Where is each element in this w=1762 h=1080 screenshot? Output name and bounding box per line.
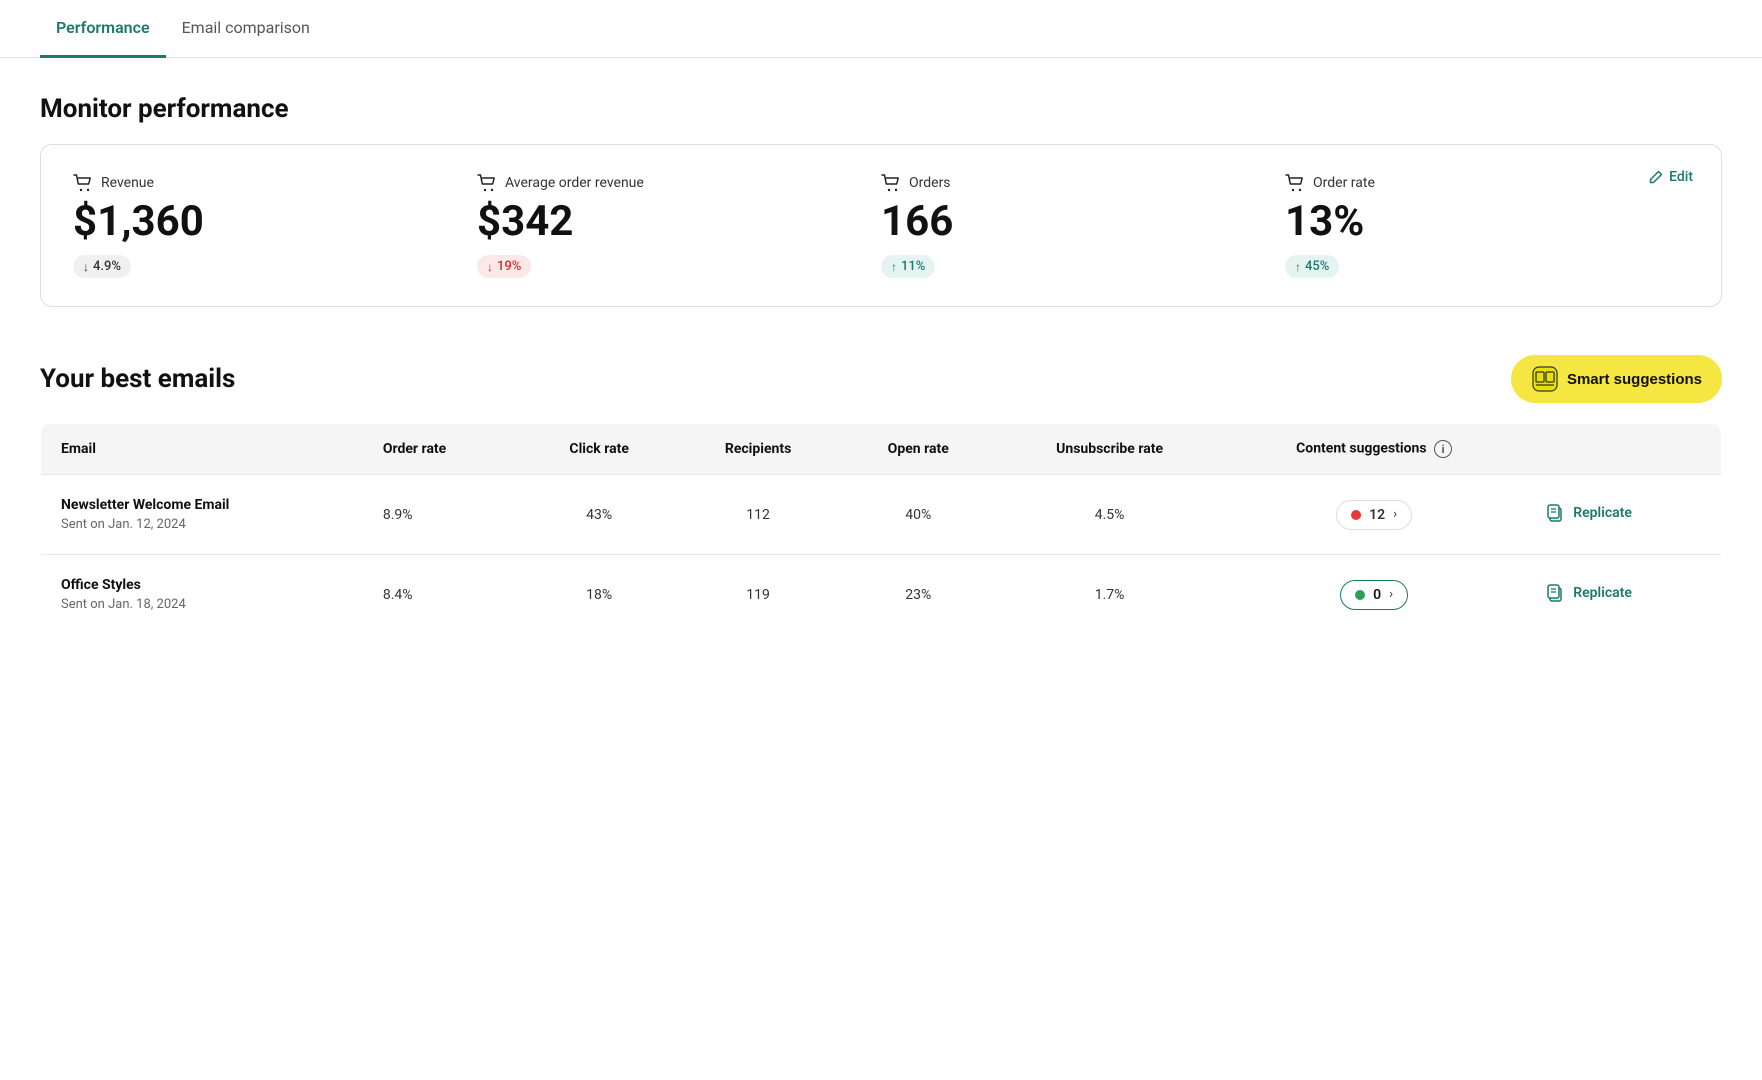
suggestions-badge-1[interactable]: 12 › — [1336, 500, 1412, 530]
order-rate-label-text: Order rate — [1313, 175, 1375, 191]
avg-order-badge-text: 19% — [497, 259, 521, 274]
avg-order-label-text: Average order revenue — [505, 175, 644, 191]
suggestions-cell-2: 0 › — [1223, 555, 1525, 635]
metric-revenue: Revenue $1,360 ↓ 4.9% — [73, 173, 477, 278]
action-cell-2: Replicate — [1525, 555, 1721, 635]
metric-order-rate: Order rate 13% ↑ 45% — [1285, 173, 1689, 278]
orders-label-text: Orders — [909, 175, 951, 191]
best-emails-title: Your best emails — [40, 364, 235, 394]
click-rate-cell-2: 18% — [522, 555, 676, 635]
order-rate-label: Order rate — [1285, 173, 1669, 193]
cart-icon-order-rate — [1285, 173, 1305, 193]
orders-badge-text: 11% — [901, 259, 925, 274]
edit-button[interactable]: Edit — [1649, 169, 1693, 185]
suggestions-count-2: 0 — [1373, 587, 1381, 603]
tabs-container: Performance Email comparison — [0, 0, 1762, 58]
col-header-email: Email — [41, 424, 363, 475]
order-rate-cell-2: 8.4% — [363, 555, 523, 635]
order-rate-value: 13% — [1285, 201, 1669, 243]
smart-suggestions-label: Smart suggestions — [1567, 371, 1702, 388]
revenue-value: $1,360 — [73, 201, 457, 243]
replicate-button-2[interactable]: Replicate — [1545, 583, 1632, 603]
smart-suggestions-button[interactable]: Smart suggestions — [1511, 355, 1722, 403]
suggestions-cell-1: 12 › — [1223, 475, 1525, 555]
suggestions-badge-2[interactable]: 0 › — [1340, 580, 1408, 610]
metric-orders: Orders 166 ↑ 11% — [881, 173, 1285, 278]
open-rate-cell-1: 40% — [840, 475, 996, 555]
content-suggestions-info-icon[interactable]: i — [1434, 440, 1452, 458]
metric-avg-order-revenue: Average order revenue $342 ↓ 19% — [477, 173, 881, 278]
orders-arrow: ↑ — [891, 260, 897, 274]
monitor-performance-title: Monitor performance — [40, 94, 1722, 124]
revenue-arrow-down: ↓ — [83, 260, 89, 274]
col-header-recipients: Recipients — [676, 424, 840, 475]
edit-label: Edit — [1669, 169, 1693, 185]
email-cell-2: Office Styles Sent on Jan. 18, 2024 — [41, 555, 363, 635]
recipients-cell-2: 119 — [676, 555, 840, 635]
table-row: Newsletter Welcome Email Sent on Jan. 12… — [41, 475, 1722, 555]
col-header-unsubscribe-rate: Unsubscribe rate — [996, 424, 1223, 475]
col-header-action — [1525, 424, 1721, 475]
replicate-icon-2 — [1545, 583, 1565, 603]
suggestions-dot-1 — [1351, 510, 1361, 520]
email-name-2: Office Styles — [61, 577, 343, 593]
replicate-icon-1 — [1545, 503, 1565, 523]
col-header-open-rate: Open rate — [840, 424, 996, 475]
open-rate-cell-2: 23% — [840, 555, 996, 635]
suggestions-chevron-2: › — [1389, 587, 1393, 602]
cart-icon-avg — [477, 173, 497, 193]
emails-table: Email Order rate Click rate Recipients O… — [40, 423, 1722, 635]
suggestions-count-1: 12 — [1369, 507, 1385, 523]
tab-email-comparison[interactable]: Email comparison — [166, 0, 326, 58]
avg-order-badge: ↓ 19% — [477, 255, 531, 278]
col-header-order-rate: Order rate — [363, 424, 523, 475]
avg-order-label: Average order revenue — [477, 173, 861, 193]
avg-order-value: $342 — [477, 201, 861, 243]
revenue-badge: ↓ 4.9% — [73, 255, 131, 278]
table-header: Email Order rate Click rate Recipients O… — [41, 424, 1722, 475]
cart-icon-revenue — [73, 173, 93, 193]
cart-icon-orders — [881, 173, 901, 193]
tab-performance[interactable]: Performance — [40, 0, 166, 58]
replicate-label-2: Replicate — [1573, 585, 1632, 601]
click-rate-cell-1: 43% — [522, 475, 676, 555]
col-header-click-rate: Click rate — [522, 424, 676, 475]
best-emails-header: Your best emails Smart suggestions — [40, 355, 1722, 403]
suggestions-dot-2 — [1355, 590, 1365, 600]
email-date-1: Sent on Jan. 12, 2024 — [61, 517, 343, 532]
order-rate-arrow: ↑ — [1295, 260, 1301, 274]
revenue-label-text: Revenue — [101, 175, 154, 191]
replicate-button-1[interactable]: Replicate — [1545, 503, 1632, 523]
replicate-label-1: Replicate — [1573, 505, 1632, 521]
table-body: Newsletter Welcome Email Sent on Jan. 12… — [41, 475, 1722, 635]
email-cell-1: Newsletter Welcome Email Sent on Jan. 12… — [41, 475, 363, 555]
orders-value: 166 — [881, 201, 1265, 243]
order-rate-badge-text: 45% — [1305, 259, 1329, 274]
unsubscribe-rate-cell-1: 4.5% — [996, 475, 1223, 555]
order-rate-cell-1: 8.9% — [363, 475, 523, 555]
email-name-1: Newsletter Welcome Email — [61, 497, 343, 513]
orders-label: Orders — [881, 173, 1265, 193]
col-header-content-suggestions: Content suggestions i — [1223, 424, 1525, 475]
revenue-badge-text: 4.9% — [93, 259, 121, 274]
avg-order-arrow: ↓ — [487, 260, 493, 274]
action-cell-1: Replicate — [1525, 475, 1721, 555]
edit-icon — [1649, 170, 1663, 184]
page-content: Monitor performance Revenue $1,360 ↓ 4.9… — [0, 58, 1762, 671]
order-rate-badge: ↑ 45% — [1285, 255, 1339, 278]
smart-suggestions-icon — [1531, 365, 1559, 393]
unsubscribe-rate-cell-2: 1.7% — [996, 555, 1223, 635]
revenue-label: Revenue — [73, 173, 457, 193]
suggestions-chevron-1: › — [1393, 507, 1397, 522]
table-row: Office Styles Sent on Jan. 18, 2024 8.4%… — [41, 555, 1722, 635]
email-date-2: Sent on Jan. 18, 2024 — [61, 597, 343, 612]
orders-badge: ↑ 11% — [881, 255, 935, 278]
metrics-card: Revenue $1,360 ↓ 4.9% Average order reve… — [40, 144, 1722, 307]
recipients-cell-1: 112 — [676, 475, 840, 555]
